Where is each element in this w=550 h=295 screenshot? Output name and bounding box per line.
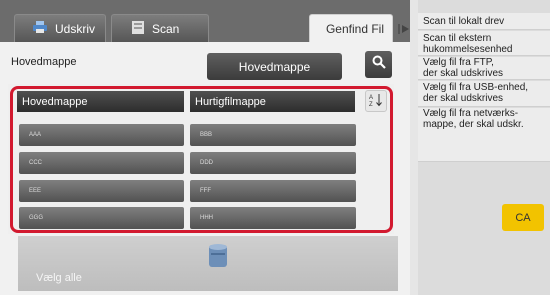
tab-print[interactable]: Udskriv — [14, 14, 106, 42]
sidebar-item-usb-print[interactable]: Vælg fil fra USB-enhed, der skal udskriv… — [418, 81, 550, 107]
sidebar-item-label: Vælg fil fra netværks- — [423, 108, 519, 119]
ca-button[interactable]: CA — [502, 204, 544, 231]
tab-scan-label: Scan — [152, 21, 180, 36]
tab-find-file-label: Genfind Fil — [325, 21, 384, 36]
search-button[interactable] — [365, 51, 392, 78]
sidebar-item-label-2: der skal udskrives — [423, 93, 504, 104]
highlight-frame — [10, 86, 393, 233]
print-icon — [33, 21, 47, 36]
sidebar-item-label: Vælg fil fra USB-enhed, — [423, 82, 529, 93]
scan-icon — [132, 20, 144, 37]
select-all-button[interactable]: Vælg alle — [36, 272, 82, 284]
tab-print-label: Udskriv — [55, 21, 96, 36]
sidebar-item-label-2: mappe, der skal udskr. — [423, 119, 524, 130]
sidebar-item-network-folder-print[interactable]: Vælg fil fra netværks- mappe, der skal u… — [418, 108, 550, 162]
search-icon — [372, 55, 386, 74]
sidebar-item-label: Scan til lokalt drev — [423, 15, 505, 27]
folder-label: Hovedmappe — [11, 56, 77, 68]
tab-scan[interactable]: Scan — [111, 14, 209, 42]
sidebar-item-scan-external-memory[interactable]: Scan til ekstern hukommelsesenhed — [418, 31, 550, 56]
sidebar-item-label: Vælg fil fra FTP, — [423, 57, 494, 68]
tab-find-file[interactable]: Genfind Fil — [309, 14, 393, 42]
sidebar-item-scan-local-drive[interactable]: Scan til lokalt drev — [418, 13, 550, 30]
collapse-arrow-icon[interactable] — [398, 24, 410, 36]
sidebar-item-ftp-print[interactable]: Vælg fil fra FTP, der skal udskrives — [418, 57, 550, 80]
sidebar-item-label: Scan til ekstern — [423, 33, 492, 44]
storage-icon — [208, 243, 228, 274]
sidebar-item-label-2: der skal udskrives — [423, 68, 504, 79]
folder-select-button[interactable]: Hovedmappe — [207, 53, 342, 80]
sidebar-item-label-2: hukommelsesenhed — [423, 44, 513, 55]
